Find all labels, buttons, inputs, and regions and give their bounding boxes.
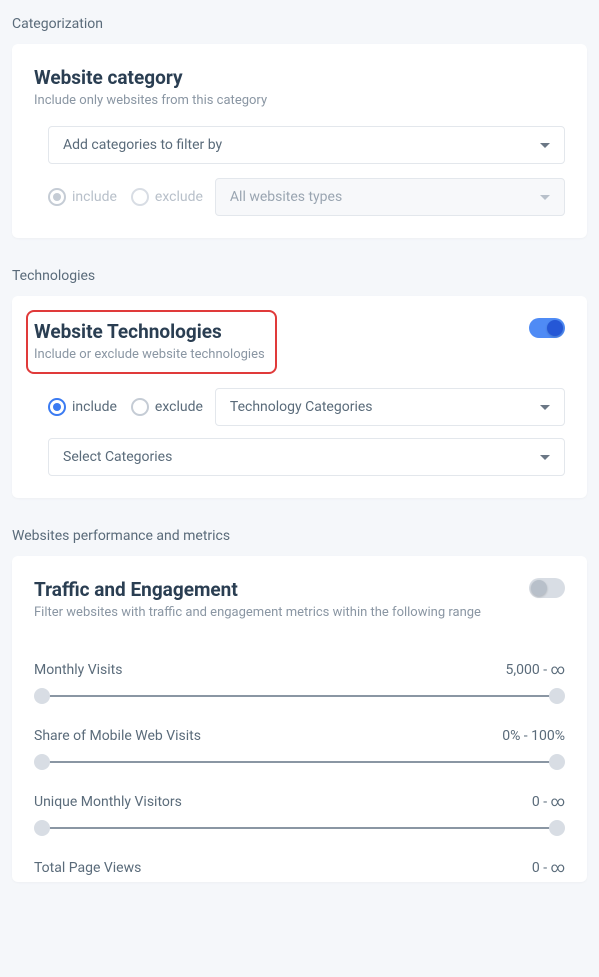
toggle-knob-icon: [547, 320, 563, 336]
radio-icon: [48, 188, 66, 206]
unique-visitors-slider[interactable]: [34, 820, 565, 836]
radio-icon: [131, 188, 149, 206]
metric-value: 0 - ∞: [532, 860, 565, 876]
section-label-technologies: Technologies: [12, 268, 587, 284]
tech-exclude-label: exclude: [155, 399, 203, 415]
radio-icon: [48, 398, 66, 416]
select-categories-value: Select Categories: [63, 449, 172, 465]
traffic-engagement-title: Traffic and Engagement: [34, 578, 529, 601]
website-category-card: Website category Include only websites f…: [12, 44, 587, 238]
website-technologies-card: Website Technologies Include or exclude …: [12, 296, 587, 498]
section-label-performance: Websites performance and metrics: [12, 528, 587, 544]
chevron-down-icon: [540, 195, 550, 200]
include-exclude-radio-group: include exclude: [48, 188, 203, 206]
metric-value: 5,000 - ∞: [506, 662, 565, 678]
mobile-share-slider[interactable]: [34, 754, 565, 770]
exclude-label: exclude: [155, 189, 203, 205]
metric-value: 0 - ∞: [532, 794, 565, 810]
tech-include-exclude-radio-group: include exclude: [48, 398, 203, 416]
website-category-title: Website category: [34, 66, 565, 89]
chevron-down-icon: [540, 143, 550, 148]
highlight-annotation: Website Technologies Include or exclude …: [26, 310, 277, 374]
monthly-visits-slider[interactable]: [34, 688, 565, 704]
website-category-subtitle: Include only websites from this category: [34, 93, 565, 108]
technologies-toggle[interactable]: [529, 318, 565, 338]
slider-handle-left[interactable]: [34, 688, 50, 704]
select-categories-dropdown[interactable]: Select Categories: [48, 438, 565, 476]
slider-handle-left[interactable]: [34, 754, 50, 770]
include-radio: include: [48, 188, 117, 206]
website-types-dropdown: All websites types: [215, 178, 565, 216]
add-categories-placeholder: Add categories to filter by: [63, 137, 222, 153]
metric-label: Unique Monthly Visitors: [34, 794, 182, 810]
metric-label: Monthly Visits: [34, 662, 122, 678]
tech-exclude-radio[interactable]: exclude: [131, 398, 203, 416]
chevron-down-icon: [540, 455, 550, 460]
slider-handle-right[interactable]: [549, 754, 565, 770]
metric-monthly-visits: Monthly Visits 5,000 - ∞: [34, 662, 565, 704]
tech-include-radio[interactable]: include: [48, 398, 117, 416]
website-technologies-subtitle: Include or exclude website technologies: [34, 347, 265, 362]
slider-handle-left[interactable]: [34, 820, 50, 836]
tech-include-label: include: [72, 399, 117, 415]
radio-icon: [131, 398, 149, 416]
metric-mobile-share: Share of Mobile Web Visits 0% - 100%: [34, 728, 565, 770]
slider-handle-right[interactable]: [549, 820, 565, 836]
metric-label: Share of Mobile Web Visits: [34, 728, 201, 744]
exclude-radio: exclude: [131, 188, 203, 206]
metric-unique-visitors: Unique Monthly Visitors 0 - ∞: [34, 794, 565, 836]
technology-categories-value: Technology Categories: [230, 399, 373, 415]
slider-handle-right[interactable]: [549, 688, 565, 704]
slider-track: [42, 827, 557, 829]
traffic-engagement-card: Traffic and Engagement Filter websites w…: [12, 556, 587, 882]
technology-categories-dropdown[interactable]: Technology Categories: [215, 388, 565, 426]
add-categories-dropdown[interactable]: Add categories to filter by: [48, 126, 565, 164]
slider-track: [42, 761, 557, 763]
slider-track: [42, 695, 557, 697]
toggle-knob-icon: [531, 580, 547, 596]
section-label-categorization: Categorization: [12, 16, 587, 32]
website-technologies-title: Website Technologies: [34, 320, 265, 343]
chevron-down-icon: [540, 405, 550, 410]
metric-value: 0% - 100%: [502, 728, 565, 744]
metric-page-views: Total Page Views 0 - ∞: [34, 860, 565, 876]
traffic-engagement-subtitle: Filter websites with traffic and engagem…: [34, 605, 529, 620]
include-label: include: [72, 189, 117, 205]
traffic-toggle[interactable]: [529, 578, 565, 598]
metric-label: Total Page Views: [34, 860, 141, 876]
website-types-value: All websites types: [230, 189, 342, 205]
